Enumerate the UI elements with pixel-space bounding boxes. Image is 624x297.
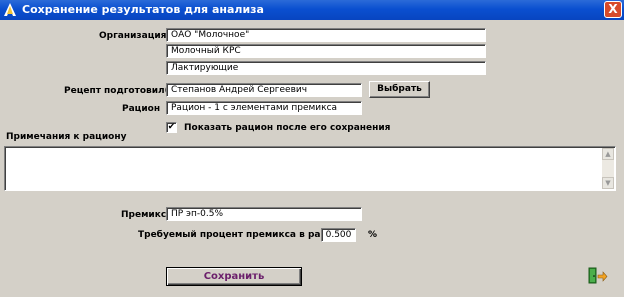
notes-scrollbar[interactable]: ▲ ▼: [602, 148, 614, 189]
show-ration-checkbox[interactable]: ✔: [166, 122, 177, 133]
exit-door-icon[interactable]: [588, 267, 608, 284]
percent-unit: %: [368, 230, 378, 240]
organization-name-field[interactable]: ОАО "Молочное": [166, 28, 486, 42]
premix-field[interactable]: ПР эп-0.5%: [166, 207, 362, 221]
organization-subgroup-field[interactable]: Лактирующие: [166, 61, 486, 75]
title-bar: Сохранение результатов для анализа X: [0, 0, 624, 20]
premix-label: Премикс: [121, 210, 167, 220]
scroll-up-icon[interactable]: ▲: [602, 148, 614, 160]
ration-field[interactable]: Рацион - 1 с элементами премикса: [166, 101, 362, 115]
select-author-button[interactable]: Выбрать: [369, 81, 430, 98]
organization-group-field[interactable]: Молочный КРС: [166, 44, 486, 58]
premix-percent-label: Требуемый процент премикса в рационе: [138, 230, 352, 240]
recipe-author-label: Рецепт подготовил(а): [64, 86, 179, 96]
premix-percent-field[interactable]: 0.500: [321, 228, 356, 242]
ration-label: Рацион: [122, 104, 161, 114]
window-title: Сохранение результатов для анализа: [22, 3, 264, 16]
show-ration-label: Показать рацион после его сохранения: [184, 123, 391, 133]
notes-textarea[interactable]: ▲ ▼: [4, 146, 616, 191]
scroll-down-icon[interactable]: ▼: [602, 177, 614, 189]
close-button[interactable]: X: [604, 1, 622, 18]
app-icon: [4, 3, 16, 16]
organization-label: Организация: [99, 31, 167, 41]
recipe-author-field[interactable]: Степанов Андрей Сергеевич: [166, 83, 362, 97]
save-button[interactable]: Сохранить: [166, 267, 302, 286]
notes-label: Примечания к рациону: [6, 132, 127, 142]
